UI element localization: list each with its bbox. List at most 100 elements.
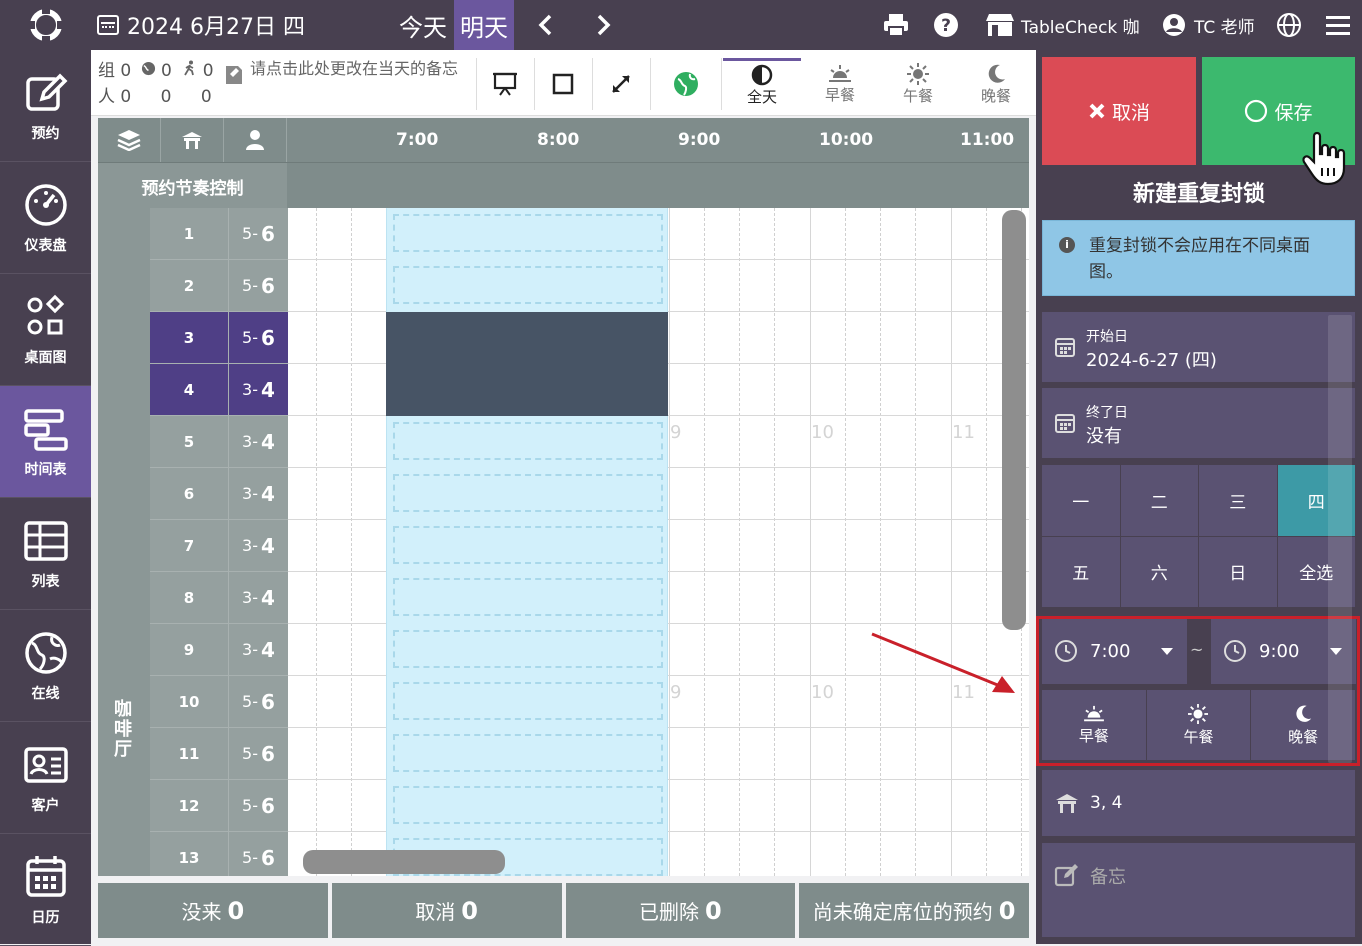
- store-name: TableCheck 咖: [1021, 17, 1140, 38]
- tomorrow-button[interactable]: 明天: [454, 0, 514, 50]
- expand-button[interactable]: [592, 58, 648, 110]
- sidebar-item-reservation[interactable]: 预约: [0, 50, 91, 162]
- capacity-max: 6: [261, 689, 275, 714]
- memo-field[interactable]: 备忘: [1042, 843, 1355, 937]
- table-number[interactable]: 6: [150, 468, 228, 520]
- table-number[interactable]: 4: [150, 364, 228, 416]
- next-day-button[interactable]: [584, 0, 624, 50]
- weekday-fri[interactable]: 五: [1042, 536, 1120, 607]
- weekday-sun[interactable]: 日: [1199, 536, 1277, 607]
- panel-scrollbar[interactable]: [1328, 315, 1352, 763]
- no-show-count[interactable]: 没来 0: [98, 883, 328, 938]
- capacity-max: 4: [261, 533, 275, 558]
- walk-in-icon: [183, 58, 197, 84]
- capacity-min: 5: [242, 848, 253, 867]
- table-number[interactable]: 2: [150, 260, 228, 312]
- circle-icon: [1245, 99, 1268, 123]
- table-number[interactable]: 5: [150, 416, 228, 468]
- table-number[interactable]: 1: [150, 208, 228, 260]
- weekday-mon[interactable]: 一: [1042, 465, 1120, 536]
- presentation-icon: [492, 72, 517, 96]
- sidebar-item-timetable[interactable]: 时间表: [0, 386, 91, 498]
- app-logo[interactable]: [0, 0, 91, 50]
- capacity-min: 5: [242, 744, 253, 763]
- table-capacity: 5 - 6: [228, 208, 288, 260]
- capacity-separator: -: [252, 796, 259, 815]
- time-label: 11:00: [960, 130, 1015, 150]
- capacity-max: 6: [261, 221, 275, 246]
- current-date[interactable]: 2024 6月27日 四: [97, 0, 305, 50]
- weekday-wed[interactable]: 三: [1199, 465, 1277, 536]
- hamburger-icon: [1326, 16, 1350, 35]
- table-number[interactable]: 8: [150, 572, 228, 624]
- sidebar-item-calendar[interactable]: 日历: [0, 834, 91, 946]
- today-button[interactable]: 今天: [392, 0, 454, 50]
- block-slot: [393, 214, 663, 252]
- block-slot: [393, 630, 663, 668]
- selected-block[interactable]: [386, 312, 668, 416]
- table-number[interactable]: 7: [150, 520, 228, 572]
- table-number[interactable]: 13: [150, 832, 228, 876]
- table-capacity: 3 - 4: [228, 572, 288, 624]
- status-bar: 没来 0 取消 0 已删除 0 尚未确定席位的预约 0: [98, 883, 1029, 938]
- sidebar: 预约 仪表盘 桌面图 时间表 列表 在线 客户 日历: [0, 50, 91, 946]
- people-count: 0: [120, 87, 132, 107]
- store-icon: [986, 14, 1014, 36]
- vertical-scrollbar[interactable]: [1002, 210, 1026, 630]
- cancelled-count[interactable]: 取消 0: [331, 883, 562, 938]
- group-count: 0: [120, 61, 132, 81]
- person-icon: [246, 130, 264, 150]
- tab-lunch[interactable]: 午餐: [879, 58, 957, 110]
- capacity-min: 5: [242, 224, 253, 243]
- selected-tables-field[interactable]: 3, 4: [1042, 770, 1355, 836]
- user-menu[interactable]: TC 老师: [1162, 0, 1255, 50]
- sidebar-item-floor-plan[interactable]: 桌面图: [0, 274, 91, 386]
- sidebar-item-dashboard[interactable]: 仪表盘: [0, 162, 91, 274]
- square-view-button[interactable]: [534, 58, 590, 110]
- table-number[interactable]: 3: [150, 312, 228, 364]
- capacity-min: 3: [242, 380, 253, 399]
- timetable-header: 7:00 8:00 9:00 10:00 11:00: [98, 118, 1029, 162]
- block-slot: [393, 474, 663, 512]
- sidebar-item-label: 桌面图: [24, 349, 67, 366]
- block-preview-zone[interactable]: [386, 208, 668, 876]
- language-button[interactable]: [1273, 9, 1305, 41]
- layers-button[interactable]: [98, 118, 161, 162]
- store-selector[interactable]: TableCheck 咖: [985, 0, 1140, 50]
- tab-dinner[interactable]: 晚餐: [957, 58, 1035, 110]
- ghost-hour: 10: [811, 682, 834, 703]
- table-number[interactable]: 12: [150, 780, 228, 832]
- table-number[interactable]: 10: [150, 676, 228, 728]
- capacity-separator: -: [252, 536, 259, 555]
- booking-pace-row[interactable]: 预约节奏控制: [98, 162, 1029, 209]
- block-slot: [393, 266, 663, 304]
- weekday-sat[interactable]: 六: [1120, 536, 1198, 607]
- status-label: 取消: [415, 900, 456, 924]
- sidebar-item-list[interactable]: 列表: [0, 498, 91, 610]
- table-sort-button[interactable]: [161, 118, 224, 162]
- daily-memo[interactable]: 请点击此处更改在当天的备忘: [224, 58, 474, 108]
- cancel-button[interactable]: 取消: [1042, 57, 1196, 165]
- table-number[interactable]: 9: [150, 624, 228, 676]
- close-icon: [1089, 103, 1105, 119]
- presentation-button[interactable]: [476, 58, 532, 110]
- end-date-field[interactable]: 终了日 没有: [1042, 388, 1355, 458]
- sidebar-item-online[interactable]: 在线: [0, 610, 91, 722]
- sidebar-item-customers[interactable]: 客户: [0, 722, 91, 834]
- menu-button[interactable]: [1322, 9, 1354, 41]
- start-date-field[interactable]: 开始日 2024-6-27 (四): [1042, 312, 1355, 382]
- tab-label: 全天: [746, 88, 777, 106]
- tab-breakfast[interactable]: 早餐: [801, 58, 879, 110]
- weekday-tue[interactable]: 二: [1120, 465, 1198, 536]
- help-button[interactable]: ?: [930, 9, 962, 41]
- date-text: 2024 6月27日 四: [127, 15, 305, 40]
- deleted-count[interactable]: 已删除 0: [565, 883, 796, 938]
- unassigned-count[interactable]: 尚未确定席位的预约 0: [799, 883, 1029, 938]
- horizontal-scrollbar[interactable]: [303, 850, 505, 874]
- table-number[interactable]: 11: [150, 728, 228, 780]
- tab-all-day[interactable]: 全天: [723, 58, 801, 110]
- prev-day-button[interactable]: [525, 0, 565, 50]
- online-toggle-button[interactable]: [650, 58, 722, 110]
- capacity-sort-button[interactable]: [224, 118, 287, 162]
- print-button[interactable]: [880, 9, 912, 41]
